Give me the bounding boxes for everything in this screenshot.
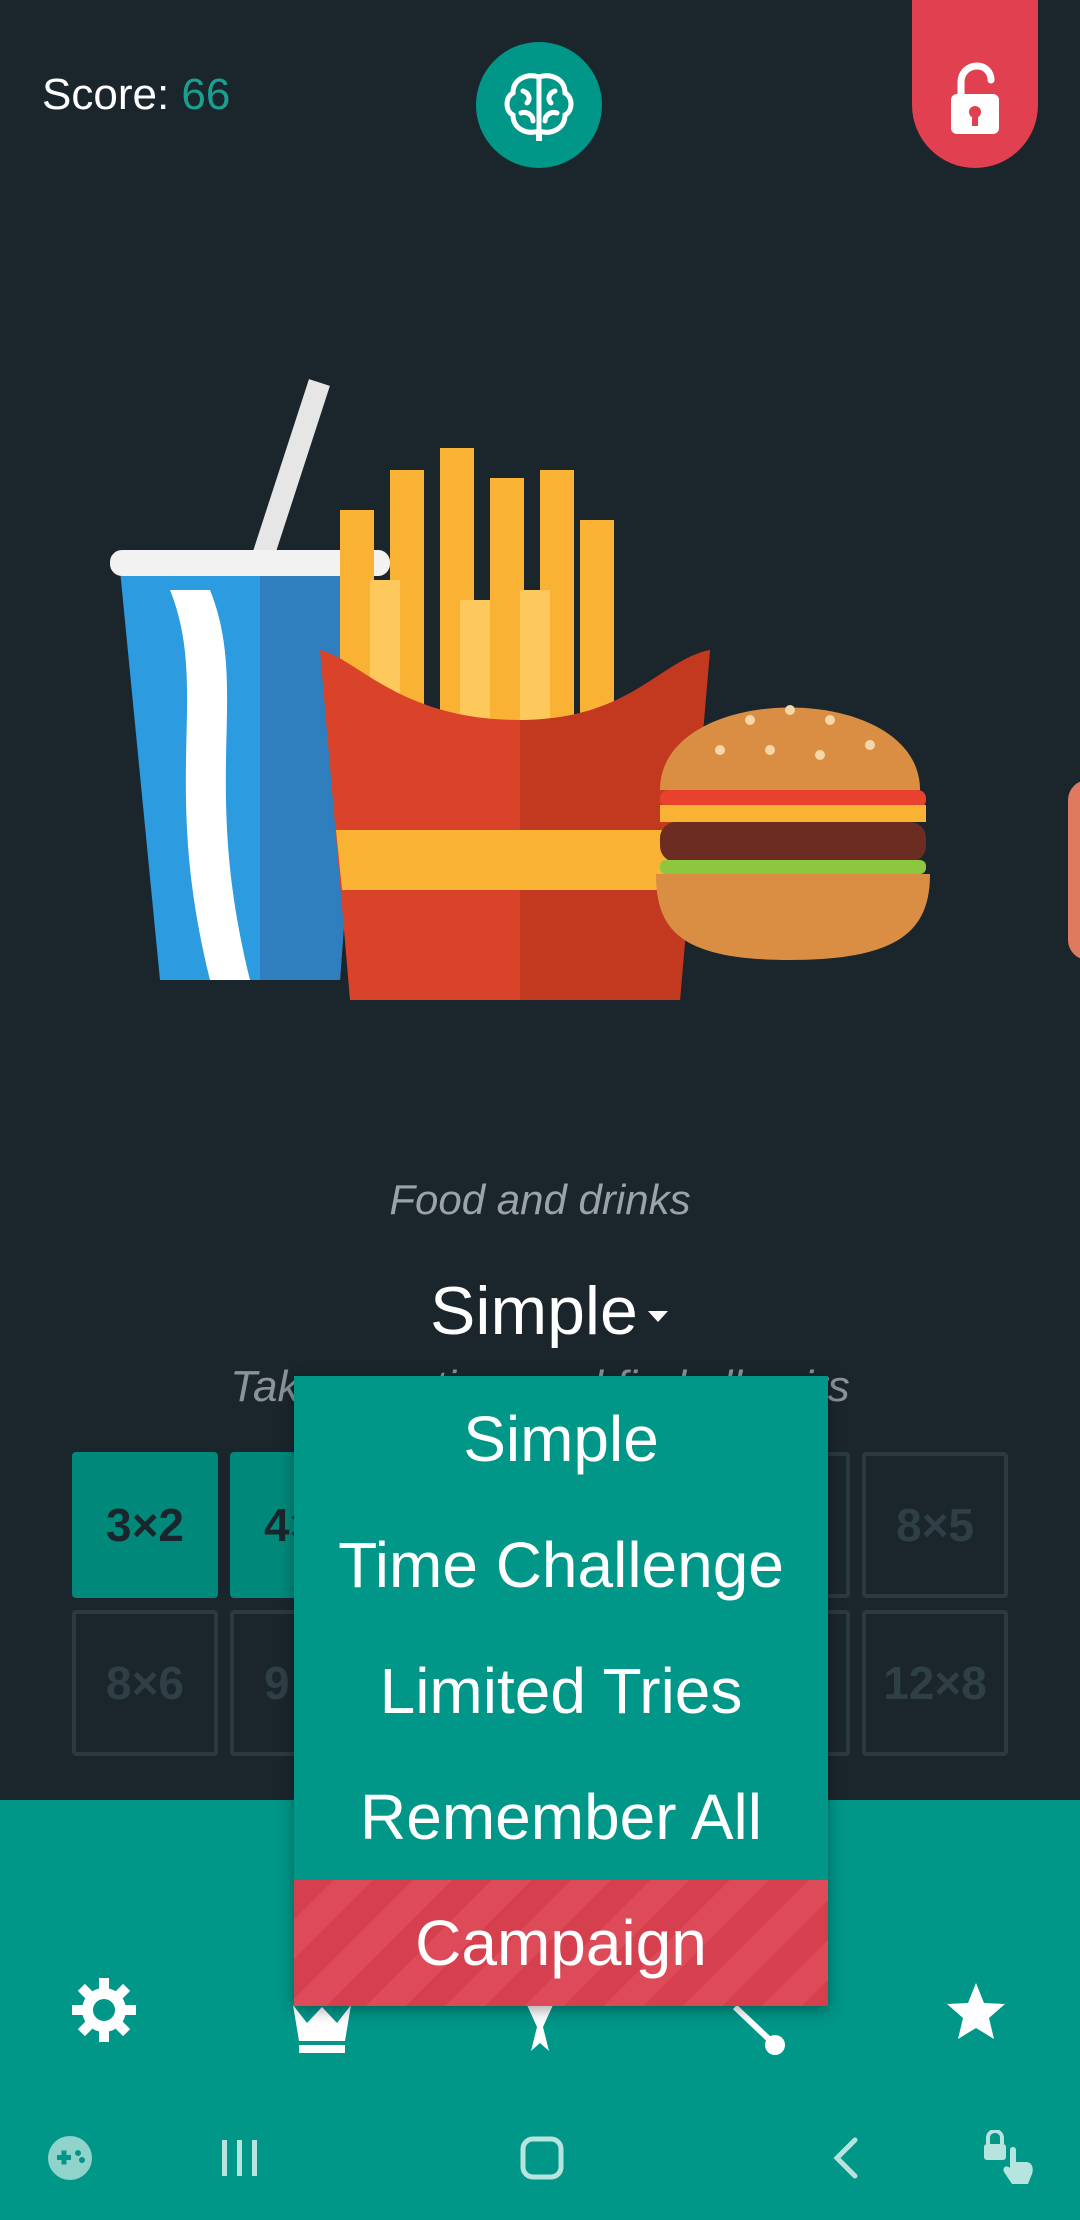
unlock-icon bbox=[951, 62, 999, 134]
touch-lock-icon bbox=[984, 2130, 1033, 2184]
recents-button[interactable] bbox=[200, 2118, 280, 2198]
dropdown-option-time-challenge[interactable]: Time Challenge bbox=[294, 1502, 828, 1628]
mode-selected-label: Simple bbox=[430, 1273, 638, 1349]
category-illustration bbox=[100, 360, 980, 1020]
settings-button[interactable] bbox=[64, 1970, 144, 2050]
crown-icon bbox=[293, 2005, 351, 2053]
share-icon bbox=[732, 2004, 785, 2055]
category-title: Food and drinks bbox=[389, 1176, 691, 1223]
mode-selector[interactable]: Simple bbox=[430, 1272, 668, 1350]
next-category-peek[interactable] bbox=[1068, 780, 1080, 960]
grid-size-8x6[interactable]: 8×6 bbox=[72, 1610, 218, 1756]
home-icon bbox=[520, 2136, 564, 2180]
touch-lock-button[interactable] bbox=[970, 2118, 1050, 2198]
back-icon bbox=[833, 2137, 858, 2179]
home-button[interactable] bbox=[502, 2118, 582, 2198]
back-button[interactable] bbox=[806, 2118, 886, 2198]
gear-icon bbox=[72, 1978, 136, 2042]
dropdown-option-remember-all[interactable]: Remember All bbox=[294, 1754, 828, 1880]
brain-button[interactable] bbox=[476, 42, 602, 168]
rate-button[interactable] bbox=[936, 1972, 1016, 2052]
mode-dropdown-menu: Simple Time Challenge Limited Tries Reme… bbox=[294, 1376, 828, 2006]
score: Score: 66 bbox=[42, 70, 230, 120]
recents-icon bbox=[222, 2140, 257, 2176]
game-launcher-icon bbox=[48, 2136, 92, 2180]
grid-size-12x8[interactable]: 12×8 bbox=[862, 1610, 1008, 1756]
unlock-button[interactable] bbox=[912, 0, 1038, 168]
dropdown-option-limited-tries[interactable]: Limited Tries bbox=[294, 1628, 828, 1754]
dropdown-option-simple[interactable]: Simple bbox=[294, 1376, 828, 1502]
dropdown-caret-icon bbox=[647, 1310, 668, 1322]
dropdown-option-campaign[interactable]: Campaign bbox=[294, 1880, 828, 2006]
grid-size-3x2[interactable]: 3×2 bbox=[72, 1452, 218, 1598]
score-label: Score: bbox=[42, 70, 170, 119]
award-icon bbox=[527, 2005, 553, 2051]
grid-size-8x5[interactable]: 8×5 bbox=[862, 1452, 1008, 1598]
game-launcher-button[interactable] bbox=[30, 2118, 110, 2198]
brain-icon bbox=[504, 73, 574, 141]
score-value: 66 bbox=[181, 70, 231, 119]
star-icon bbox=[947, 1983, 1005, 2039]
